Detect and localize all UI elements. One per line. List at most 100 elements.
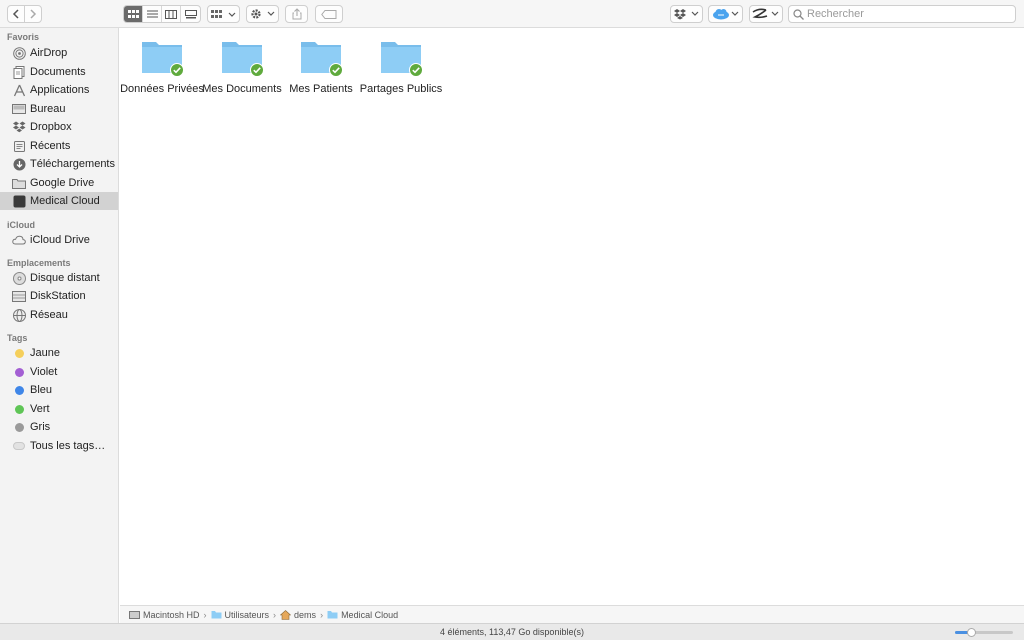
sidebar-item-airdrop[interactable]: AirDrop <box>0 44 118 62</box>
folder-item[interactable]: Mes Documents <box>202 38 282 98</box>
sidebar-item-label: Bureau <box>30 103 66 115</box>
dropbox-icon <box>12 120 26 134</box>
icloud-menu-button[interactable] <box>708 5 743 23</box>
status-text: 4 éléments, 113,47 Go disponible(s) <box>440 627 584 637</box>
sidebar-tag-yellow[interactable]: Jaune <box>0 344 118 362</box>
folder-item[interactable]: Partages Publics <box>360 38 442 98</box>
sidebar-item-diskstation[interactable]: DiskStation <box>0 287 118 305</box>
group-grid-icon <box>210 10 235 18</box>
sidebar-section-title: Tags <box>7 333 28 343</box>
gear-icon <box>250 9 274 19</box>
path-crumb-label: dems <box>294 609 317 620</box>
tag-icon <box>321 9 337 19</box>
sidebar-tag-blue[interactable]: Bleu <box>0 381 118 399</box>
sidebar-tag-purple[interactable]: Violet <box>0 363 118 381</box>
list-icon <box>146 10 158 18</box>
path-separator: › <box>273 609 277 620</box>
gallery-view-button[interactable] <box>181 6 200 22</box>
sidebar-item-network[interactable]: Réseau <box>0 306 118 324</box>
sidebar-item-medical-cloud[interactable]: Medical Cloud <box>0 192 118 210</box>
folder-icon <box>219 38 265 78</box>
column-view-button[interactable] <box>162 6 181 22</box>
path-crumb-medical-cloud[interactable]: Medical Cloud <box>327 610 398 620</box>
sidebar-item-label: Bleu <box>30 384 53 396</box>
downloads-icon <box>12 157 26 171</box>
icon-size-slider[interactable] <box>955 628 1013 637</box>
view-mode-segmented <box>123 5 201 23</box>
dropbox-menu-button[interactable] <box>670 5 703 23</box>
status-bar: 4 éléments, 113,47 Go disponible(s) <box>0 623 1024 640</box>
sidebar-item-applications[interactable]: Applications <box>0 81 118 99</box>
sidebar-item-label: Réseau <box>30 309 68 321</box>
folder-name: Mes Patients <box>289 83 353 95</box>
sync-check-icon <box>170 63 184 77</box>
group-by-button[interactable] <box>207 5 240 23</box>
sidebar-item-documents[interactable]: Documents <box>0 63 118 81</box>
sidebar-all-tags[interactable]: Tous les tags… <box>0 437 118 455</box>
tag-color-dot <box>14 348 24 358</box>
tag-color-dot <box>13 442 25 450</box>
sidebar-item-label: iCloud Drive <box>30 234 90 246</box>
path-crumb-users[interactable]: Utilisateurs <box>211 609 270 620</box>
share-icon <box>292 8 301 20</box>
sidebar-item-label: Disque distant <box>30 272 100 284</box>
sync-app-icon <box>752 8 779 19</box>
sync-check-icon <box>250 63 264 77</box>
path-crumb-label: Medical Cloud <box>341 609 399 620</box>
sidebar-item-icloud-drive[interactable]: iCloud Drive <box>0 231 118 249</box>
search-field[interactable] <box>788 5 1016 23</box>
tag-color-dot <box>14 422 24 432</box>
medical-cloud-icon <box>12 194 26 208</box>
sidebar-item-label: Dropbox <box>30 121 72 133</box>
sidebar-item-dropbox[interactable]: Dropbox <box>0 118 118 136</box>
forward-button[interactable] <box>24 5 42 23</box>
sidebar-item-label: Tous les tags… <box>30 440 106 452</box>
search-input[interactable] <box>804 8 1007 20</box>
sidebar-item-recents[interactable]: Récents <box>0 137 118 155</box>
sidebar-tag-gray[interactable]: Gris <box>0 418 118 436</box>
file-browser-content: Données Privées Mes Documents Mes Patien… <box>120 28 1024 605</box>
toolbar <box>0 0 1024 28</box>
sidebar-item-google-drive[interactable]: Google Drive <box>0 174 118 192</box>
sidebar-item-label: Violet <box>30 366 58 378</box>
sidebar-item-label: Medical Cloud <box>30 195 100 207</box>
path-crumb-macintosh-hd[interactable]: Macintosh HD <box>129 610 200 620</box>
hard-drive-icon <box>129 611 140 619</box>
sidebar-item-label: Google Drive <box>30 177 95 189</box>
share-button[interactable] <box>285 5 308 23</box>
tag-color-dot <box>14 404 24 414</box>
tag-color-dot <box>14 367 24 377</box>
path-crumb-label: Utilisateurs <box>224 609 270 620</box>
documents-icon <box>12 65 26 79</box>
sidebar-item-label: Applications <box>30 84 90 96</box>
list-view-button[interactable] <box>143 6 162 22</box>
path-separator: › <box>320 609 324 620</box>
sidebar-item-downloads[interactable]: Téléchargements <box>0 155 118 173</box>
action-menu-button[interactable] <box>246 5 279 23</box>
tag-color-dot <box>14 385 24 395</box>
path-bar: Macintosh HD › Utilisateurs › dems › Med… <box>120 605 1024 623</box>
path-crumb-home[interactable]: dems <box>280 610 316 620</box>
sync-app-menu-button[interactable] <box>749 5 783 23</box>
sidebar-item-label: Gris <box>30 421 51 433</box>
airdrop-icon <box>12 46 26 60</box>
tag-button[interactable] <box>315 5 343 23</box>
folder-item[interactable]: Données Privées <box>120 38 204 98</box>
sidebar-item-desktop[interactable]: Bureau <box>0 100 118 118</box>
icon-view-button[interactable] <box>124 6 143 22</box>
sidebar-item-label: DiskStation <box>30 290 86 302</box>
folder-icon <box>378 38 424 78</box>
home-icon <box>280 609 292 620</box>
sync-check-icon <box>329 63 343 77</box>
disc-icon <box>12 271 26 285</box>
sidebar-section-title: Emplacements <box>7 258 71 268</box>
sidebar-item-label: Téléchargements <box>30 158 115 170</box>
back-button[interactable] <box>7 5 25 23</box>
folder-icon <box>211 611 222 619</box>
sidebar-item-remote-disc[interactable]: Disque distant <box>0 269 118 287</box>
sidebar-tag-green[interactable]: Vert <box>0 400 118 418</box>
desktop-icon <box>12 102 26 116</box>
gallery-icon <box>184 9 197 18</box>
cloud-sync-icon <box>712 9 738 20</box>
folder-item[interactable]: Mes Patients <box>281 38 361 98</box>
